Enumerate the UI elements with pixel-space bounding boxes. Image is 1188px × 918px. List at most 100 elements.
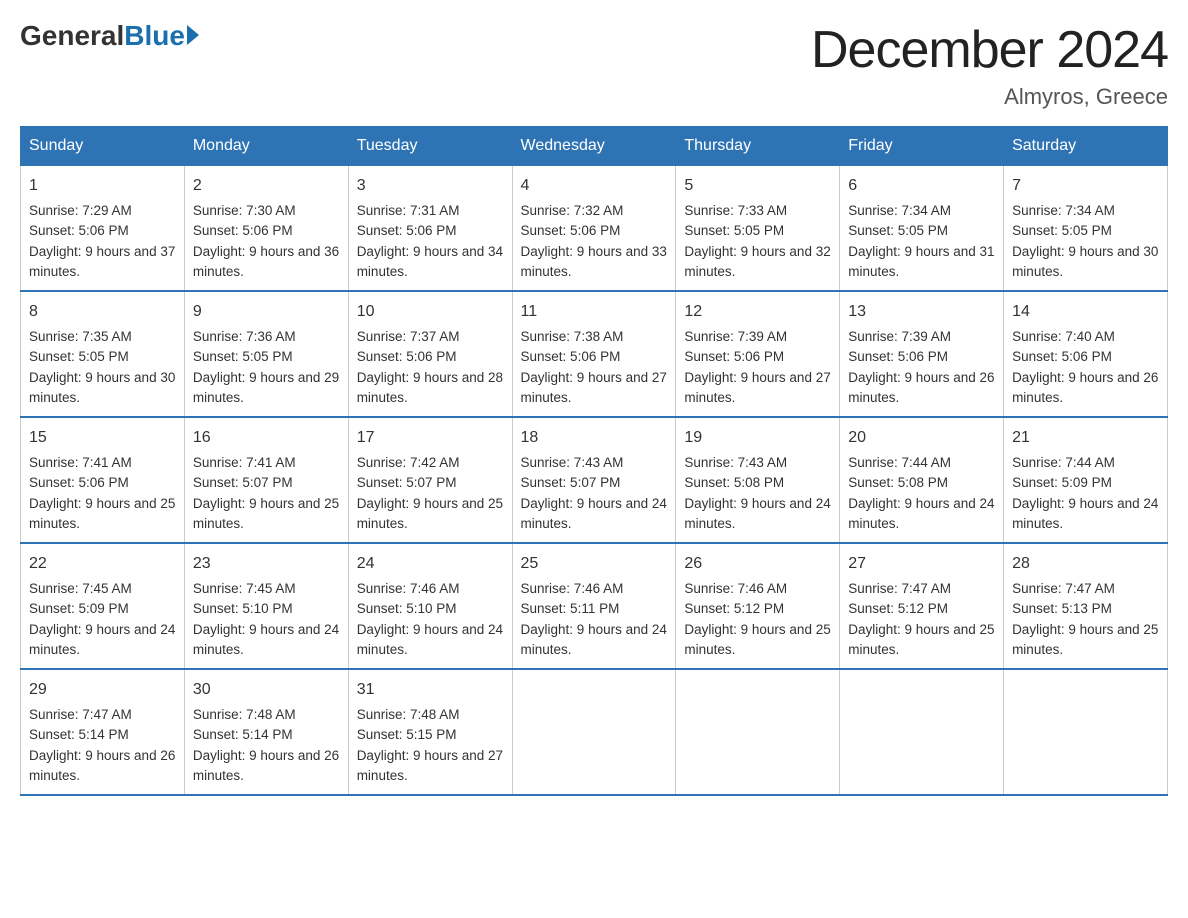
logo-blue-part: Blue <box>124 20 199 52</box>
calendar-cell: 15Sunrise: 7:41 AMSunset: 5:06 PMDayligh… <box>21 417 185 543</box>
day-info: Sunrise: 7:47 AMSunset: 5:12 PMDaylight:… <box>848 581 994 657</box>
header-saturday: Saturday <box>1004 127 1168 166</box>
calendar-cell: 14 Sunrise: 7:40 AMSunset: 5:06 PMDayligh… <box>1004 291 1168 417</box>
calendar-cell: 29 Sunrise: 7:47 AMSunset: 5:14 PMDayligh… <box>21 669 185 795</box>
calendar-cell: 3 Sunrise: 7:31 AMSunset: 5:06 PMDaylight… <box>348 166 512 292</box>
calendar-cell: 18Sunrise: 7:43 AMSunset: 5:07 PMDayligh… <box>512 417 676 543</box>
day-info: Sunrise: 7:44 AMSunset: 5:08 PMDaylight:… <box>848 455 994 531</box>
day-number: 1 <box>29 174 176 198</box>
day-number: 10 <box>357 300 504 324</box>
calendar-cell: 26Sunrise: 7:46 AMSunset: 5:12 PMDayligh… <box>676 543 840 669</box>
week-row-1: 1Sunrise: 7:29 AMSunset: 5:06 PMDaylight… <box>21 166 1168 292</box>
day-number: 19 <box>684 426 831 450</box>
header-thursday: Thursday <box>676 127 840 166</box>
day-number: 21 <box>1012 426 1159 450</box>
calendar-cell: 4Sunrise: 7:32 AMSunset: 5:06 PMDaylight… <box>512 166 676 292</box>
day-info: Sunrise: 7:36 AMSunset: 5:05 PMDaylight:… <box>193 329 339 405</box>
logo-triangle-icon <box>187 25 199 45</box>
day-number: 7 <box>1012 174 1159 198</box>
calendar-cell: 24 Sunrise: 7:46 AMSunset: 5:10 PMDayligh… <box>348 543 512 669</box>
day-number: 13 <box>848 300 995 324</box>
calendar-cell: 31 Sunrise: 7:48 AMSunset: 5:15 PMDayligh… <box>348 669 512 795</box>
header-monday: Monday <box>184 127 348 166</box>
day-number: 14 <box>1012 300 1159 324</box>
day-number: 17 <box>357 426 504 450</box>
day-number: 31 <box>357 678 504 702</box>
calendar-cell: 28 Sunrise: 7:47 AMSunset: 5:13 PMDayligh… <box>1004 543 1168 669</box>
month-title: December 2024 <box>811 20 1168 80</box>
calendar-cell: 20 Sunrise: 7:44 AMSunset: 5:08 PMDayligh… <box>840 417 1004 543</box>
calendar-cell: 9Sunrise: 7:36 AMSunset: 5:05 PMDaylight… <box>184 291 348 417</box>
day-info: Sunrise: 7:44 AMSunset: 5:09 PMDaylight:… <box>1012 455 1158 531</box>
day-info: Sunrise: 7:39 AMSunset: 5:06 PMDaylight:… <box>684 329 830 405</box>
day-info: Sunrise: 7:30 AMSunset: 5:06 PMDaylight:… <box>193 203 339 279</box>
day-number: 6 <box>848 174 995 198</box>
day-info: Sunrise: 7:39 AMSunset: 5:06 PMDaylight:… <box>848 329 994 405</box>
day-number: 30 <box>193 678 340 702</box>
day-info: Sunrise: 7:48 AMSunset: 5:15 PMDaylight:… <box>357 707 503 783</box>
day-number: 5 <box>684 174 831 198</box>
logo: General Blue <box>20 20 199 52</box>
day-info: Sunrise: 7:46 AMSunset: 5:10 PMDaylight:… <box>357 581 503 657</box>
calendar-cell: 2 Sunrise: 7:30 AMSunset: 5:06 PMDaylight… <box>184 166 348 292</box>
day-info: Sunrise: 7:45 AMSunset: 5:10 PMDaylight:… <box>193 581 339 657</box>
day-number: 2 <box>193 174 340 198</box>
day-info: Sunrise: 7:47 AMSunset: 5:13 PMDaylight:… <box>1012 581 1158 657</box>
day-number: 20 <box>848 426 995 450</box>
calendar-cell: 23 Sunrise: 7:45 AMSunset: 5:10 PMDayligh… <box>184 543 348 669</box>
calendar-cell: 16 Sunrise: 7:41 AMSunset: 5:07 PMDayligh… <box>184 417 348 543</box>
day-number: 3 <box>357 174 504 198</box>
calendar-cell: 1Sunrise: 7:29 AMSunset: 5:06 PMDaylight… <box>21 166 185 292</box>
day-info: Sunrise: 7:33 AMSunset: 5:05 PMDaylight:… <box>684 203 830 279</box>
day-info: Sunrise: 7:48 AMSunset: 5:14 PMDaylight:… <box>193 707 339 783</box>
calendar-cell: 11 Sunrise: 7:38 AMSunset: 5:06 PMDayligh… <box>512 291 676 417</box>
day-number: 29 <box>29 678 176 702</box>
title-area: December 2024 Almyros, Greece <box>811 20 1168 110</box>
day-info: Sunrise: 7:31 AMSunset: 5:06 PMDaylight:… <box>357 203 503 279</box>
day-number: 8 <box>29 300 176 324</box>
day-number: 26 <box>684 552 831 576</box>
logo-general-text: General <box>20 20 124 52</box>
day-info: Sunrise: 7:41 AMSunset: 5:07 PMDaylight:… <box>193 455 339 531</box>
day-info: Sunrise: 7:47 AMSunset: 5:14 PMDaylight:… <box>29 707 175 783</box>
calendar-cell: 6 Sunrise: 7:34 AMSunset: 5:05 PMDaylight… <box>840 166 1004 292</box>
day-info: Sunrise: 7:38 AMSunset: 5:06 PMDaylight:… <box>521 329 667 405</box>
day-info: Sunrise: 7:37 AMSunset: 5:06 PMDaylight:… <box>357 329 503 405</box>
day-number: 12 <box>684 300 831 324</box>
week-row-5: 29 Sunrise: 7:47 AMSunset: 5:14 PMDayligh… <box>21 669 1168 795</box>
header-row: SundayMondayTuesdayWednesdayThursdayFrid… <box>21 127 1168 166</box>
calendar-cell: 17 Sunrise: 7:42 AMSunset: 5:07 PMDayligh… <box>348 417 512 543</box>
day-info: Sunrise: 7:45 AMSunset: 5:09 PMDaylight:… <box>29 581 175 657</box>
day-info: Sunrise: 7:34 AMSunset: 5:05 PMDaylight:… <box>1012 203 1158 279</box>
day-info: Sunrise: 7:42 AMSunset: 5:07 PMDaylight:… <box>357 455 503 531</box>
calendar-cell: 30 Sunrise: 7:48 AMSunset: 5:14 PMDayligh… <box>184 669 348 795</box>
calendar-cell <box>676 669 840 795</box>
day-number: 24 <box>357 552 504 576</box>
calendar-table: SundayMondayTuesdayWednesdayThursdayFrid… <box>20 126 1168 796</box>
calendar-cell: 27 Sunrise: 7:47 AMSunset: 5:12 PMDayligh… <box>840 543 1004 669</box>
header: General Blue December 2024 Almyros, Gree… <box>20 20 1168 110</box>
day-info: Sunrise: 7:43 AMSunset: 5:08 PMDaylight:… <box>684 455 830 531</box>
calendar-cell: 22 Sunrise: 7:45 AMSunset: 5:09 PMDayligh… <box>21 543 185 669</box>
calendar-cell: 19 Sunrise: 7:43 AMSunset: 5:08 PMDayligh… <box>676 417 840 543</box>
day-info: Sunrise: 7:32 AMSunset: 5:06 PMDaylight:… <box>521 203 667 279</box>
calendar-cell <box>840 669 1004 795</box>
calendar-cell: 10 Sunrise: 7:37 AMSunset: 5:06 PMDayligh… <box>348 291 512 417</box>
day-info: Sunrise: 7:46 AMSunset: 5:11 PMDaylight:… <box>521 581 667 657</box>
header-sunday: Sunday <box>21 127 185 166</box>
day-info: Sunrise: 7:35 AMSunset: 5:05 PMDaylight:… <box>29 329 175 405</box>
day-number: 18 <box>521 426 668 450</box>
day-info: Sunrise: 7:40 AMSunset: 5:06 PMDaylight:… <box>1012 329 1158 405</box>
calendar-cell: 12 Sunrise: 7:39 AMSunset: 5:06 PMDayligh… <box>676 291 840 417</box>
day-number: 15 <box>29 426 176 450</box>
day-info: Sunrise: 7:34 AMSunset: 5:05 PMDaylight:… <box>848 203 994 279</box>
day-number: 23 <box>193 552 340 576</box>
calendar-body: 1Sunrise: 7:29 AMSunset: 5:06 PMDaylight… <box>21 166 1168 796</box>
day-number: 27 <box>848 552 995 576</box>
day-number: 16 <box>193 426 340 450</box>
day-number: 11 <box>521 300 668 324</box>
calendar-cell <box>1004 669 1168 795</box>
header-wednesday: Wednesday <box>512 127 676 166</box>
day-number: 28 <box>1012 552 1159 576</box>
day-number: 22 <box>29 552 176 576</box>
